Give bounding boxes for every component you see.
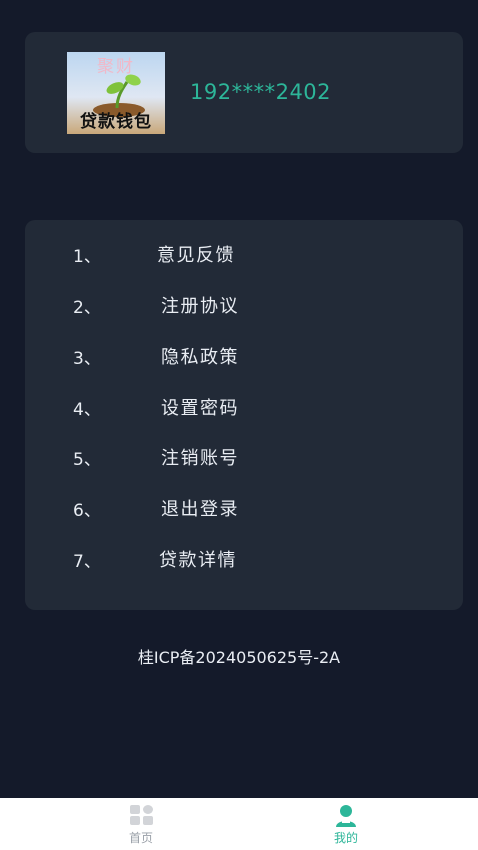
menu-item-label: 注册协议: [161, 296, 239, 317]
tab-bar: 首页 我的: [0, 798, 478, 850]
profile-card: 聚财 贷款钱包 192****2402: [25, 32, 463, 153]
menu-item-feedback[interactable]: 1、 意见反馈: [25, 232, 463, 272]
menu-item-number: 2、: [73, 298, 101, 318]
tab-home-label: 首页: [128, 831, 153, 845]
tab-mine[interactable]: 我的: [286, 798, 406, 850]
menu-item-privacy-policy[interactable]: 3、 隐私政策: [25, 334, 463, 374]
menu-item-label: 隐私政策: [161, 347, 239, 368]
avatar-bottom-text: 贷款钱包: [80, 112, 152, 132]
icp-license: 桂ICP备2024050625号-2A: [137, 648, 341, 667]
menu-item-logout[interactable]: 6、 退出登录: [25, 486, 463, 526]
phone-number: 192****2402: [190, 80, 332, 104]
menu-item-label: 注销账号: [161, 448, 239, 469]
grid-icon: [130, 805, 154, 826]
menu-item-label: 贷款详情: [159, 550, 237, 571]
avatar[interactable]: 聚财 贷款钱包: [67, 52, 165, 134]
menu-item-set-password[interactable]: 4、 设置密码: [25, 385, 463, 425]
menu-item-loan-details[interactable]: 7、 贷款详情: [25, 537, 463, 577]
menu-item-label: 退出登录: [161, 499, 239, 520]
menu-card: 1、 意见反馈 2、 注册协议 3、 隐私政策 4、 设置密码 5、 注销账号 …: [25, 220, 463, 610]
user-icon: [336, 805, 356, 827]
tab-mine-label: 我的: [333, 831, 358, 845]
menu-item-number: 4、: [73, 400, 101, 420]
tab-home[interactable]: 首页: [81, 798, 201, 850]
menu-item-number: 5、: [73, 450, 101, 470]
menu-item-number: 7、: [73, 552, 101, 572]
menu-item-registration-agreement[interactable]: 2、 注册协议: [25, 283, 463, 323]
menu-item-label: 意见反馈: [157, 245, 235, 266]
menu-item-number: 1、: [73, 247, 101, 267]
menu-item-cancel-account[interactable]: 5、 注销账号: [25, 435, 463, 475]
menu-item-label: 设置密码: [161, 398, 239, 419]
menu-item-number: 6、: [73, 501, 101, 521]
menu-item-number: 3、: [73, 349, 101, 369]
